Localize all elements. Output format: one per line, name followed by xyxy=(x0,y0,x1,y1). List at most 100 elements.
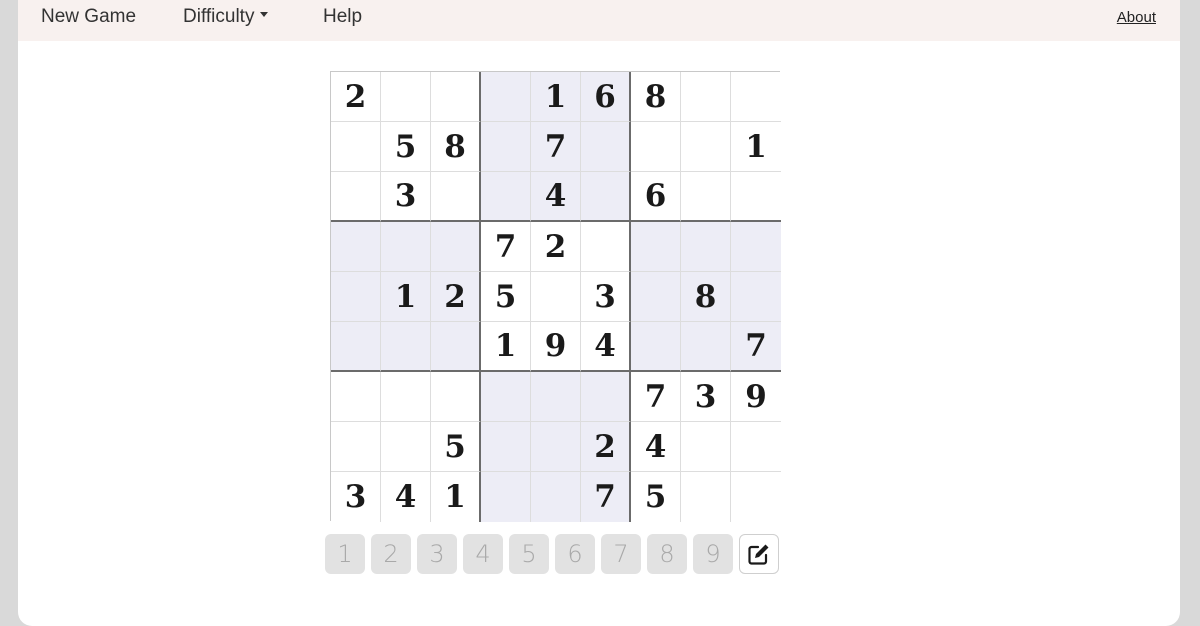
number-button-4[interactable]: 4 xyxy=(463,534,503,574)
cell-r2-c9[interactable]: 1 xyxy=(731,122,781,172)
number-button-2[interactable]: 2 xyxy=(371,534,411,574)
cell-r3-c6[interactable] xyxy=(581,172,631,222)
cell-r4-c7[interactable] xyxy=(631,222,681,272)
cell-r9-c5[interactable] xyxy=(531,472,581,522)
cell-r7-c8[interactable]: 3 xyxy=(681,372,731,422)
cell-r1-c7[interactable]: 8 xyxy=(631,72,681,122)
cell-r3-c2[interactable]: 3 xyxy=(381,172,431,222)
caret-down-icon xyxy=(260,12,269,18)
cell-r7-c6[interactable] xyxy=(581,372,631,422)
difficulty-label: Difficulty xyxy=(183,6,255,27)
cell-r7-c9[interactable]: 9 xyxy=(731,372,781,422)
cell-r9-c6[interactable]: 7 xyxy=(581,472,631,522)
cell-r5-c8[interactable]: 8 xyxy=(681,272,731,322)
cell-r4-c9[interactable] xyxy=(731,222,781,272)
pencil-mode-button[interactable] xyxy=(739,534,779,574)
cell-r2-c3[interactable]: 8 xyxy=(431,122,481,172)
cell-r3-c7[interactable]: 6 xyxy=(631,172,681,222)
cell-r6-c6[interactable]: 4 xyxy=(581,322,631,372)
sudoku-board: 216858713467212538194773952434175 xyxy=(330,71,781,522)
cell-r4-c2[interactable] xyxy=(381,222,431,272)
cell-r5-c4[interactable]: 5 xyxy=(481,272,531,322)
cell-r2-c7[interactable] xyxy=(631,122,681,172)
new-game-menu[interactable]: New Game xyxy=(41,6,136,28)
cell-r3-c5[interactable]: 4 xyxy=(531,172,581,222)
cell-r9-c4[interactable] xyxy=(481,472,531,522)
cell-r8-c5[interactable] xyxy=(531,422,581,472)
number-button-3[interactable]: 3 xyxy=(417,534,457,574)
cell-r4-c4[interactable]: 7 xyxy=(481,222,531,272)
cell-r1-c6[interactable]: 6 xyxy=(581,72,631,122)
cell-r1-c9[interactable] xyxy=(731,72,781,122)
cell-r2-c2[interactable]: 5 xyxy=(381,122,431,172)
cell-r7-c3[interactable] xyxy=(431,372,481,422)
cell-r8-c1[interactable] xyxy=(331,422,381,472)
cell-r4-c5[interactable]: 2 xyxy=(531,222,581,272)
cell-r5-c2[interactable]: 1 xyxy=(381,272,431,322)
number-button-7[interactable]: 7 xyxy=(601,534,641,574)
cell-r3-c4[interactable] xyxy=(481,172,531,222)
cell-r5-c7[interactable] xyxy=(631,272,681,322)
cell-r6-c3[interactable] xyxy=(431,322,481,372)
cell-r7-c1[interactable] xyxy=(331,372,381,422)
cell-r4-c6[interactable] xyxy=(581,222,631,272)
cell-r2-c1[interactable] xyxy=(331,122,381,172)
cell-r9-c7[interactable]: 5 xyxy=(631,472,681,522)
cell-r8-c8[interactable] xyxy=(681,422,731,472)
cell-r1-c3[interactable] xyxy=(431,72,481,122)
cell-r8-c3[interactable]: 5 xyxy=(431,422,481,472)
cell-r6-c4[interactable]: 1 xyxy=(481,322,531,372)
cell-r6-c8[interactable] xyxy=(681,322,731,372)
cell-r7-c2[interactable] xyxy=(381,372,431,422)
cell-r4-c3[interactable] xyxy=(431,222,481,272)
cell-r5-c3[interactable]: 2 xyxy=(431,272,481,322)
cell-r6-c9[interactable]: 7 xyxy=(731,322,781,372)
cell-r7-c4[interactable] xyxy=(481,372,531,422)
cell-r6-c5[interactable]: 9 xyxy=(531,322,581,372)
number-pad: 1 2 3 4 5 6 7 8 9 xyxy=(325,534,779,575)
about-link[interactable]: About xyxy=(1117,9,1156,26)
number-button-8[interactable]: 8 xyxy=(647,534,687,574)
cell-r4-c8[interactable] xyxy=(681,222,731,272)
cell-r9-c1[interactable]: 3 xyxy=(331,472,381,522)
cell-r8-c4[interactable] xyxy=(481,422,531,472)
cell-r1-c4[interactable] xyxy=(481,72,531,122)
cell-r2-c6[interactable] xyxy=(581,122,631,172)
navbar: New Game Difficulty Help About xyxy=(18,0,1180,41)
cell-r9-c3[interactable]: 1 xyxy=(431,472,481,522)
cell-r3-c3[interactable] xyxy=(431,172,481,222)
cell-r6-c1[interactable] xyxy=(331,322,381,372)
cell-r5-c9[interactable] xyxy=(731,272,781,322)
cell-r9-c9[interactable] xyxy=(731,472,781,522)
cell-r1-c2[interactable] xyxy=(381,72,431,122)
cell-r2-c8[interactable] xyxy=(681,122,731,172)
cell-r7-c7[interactable]: 7 xyxy=(631,372,681,422)
number-button-1[interactable]: 1 xyxy=(325,534,365,574)
cell-r8-c9[interactable] xyxy=(731,422,781,472)
cell-r7-c5[interactable] xyxy=(531,372,581,422)
help-menu[interactable]: Help xyxy=(323,6,362,28)
number-button-6[interactable]: 6 xyxy=(555,534,595,574)
cell-r6-c2[interactable] xyxy=(381,322,431,372)
cell-r3-c8[interactable] xyxy=(681,172,731,222)
cell-r8-c6[interactable]: 2 xyxy=(581,422,631,472)
cell-r1-c5[interactable]: 1 xyxy=(531,72,581,122)
cell-r9-c8[interactable] xyxy=(681,472,731,522)
cell-r5-c1[interactable] xyxy=(331,272,381,322)
cell-r8-c2[interactable] xyxy=(381,422,431,472)
cell-r4-c1[interactable] xyxy=(331,222,381,272)
cell-r6-c7[interactable] xyxy=(631,322,681,372)
cell-r9-c2[interactable]: 4 xyxy=(381,472,431,522)
number-button-5[interactable]: 5 xyxy=(509,534,549,574)
cell-r2-c5[interactable]: 7 xyxy=(531,122,581,172)
cell-r1-c8[interactable] xyxy=(681,72,731,122)
cell-r2-c4[interactable] xyxy=(481,122,531,172)
cell-r3-c9[interactable] xyxy=(731,172,781,222)
number-button-9[interactable]: 9 xyxy=(693,534,733,574)
cell-r8-c7[interactable]: 4 xyxy=(631,422,681,472)
cell-r5-c6[interactable]: 3 xyxy=(581,272,631,322)
cell-r1-c1[interactable]: 2 xyxy=(331,72,381,122)
cell-r3-c1[interactable] xyxy=(331,172,381,222)
cell-r5-c5[interactable] xyxy=(531,272,581,322)
difficulty-menu[interactable]: Difficulty xyxy=(183,6,269,28)
